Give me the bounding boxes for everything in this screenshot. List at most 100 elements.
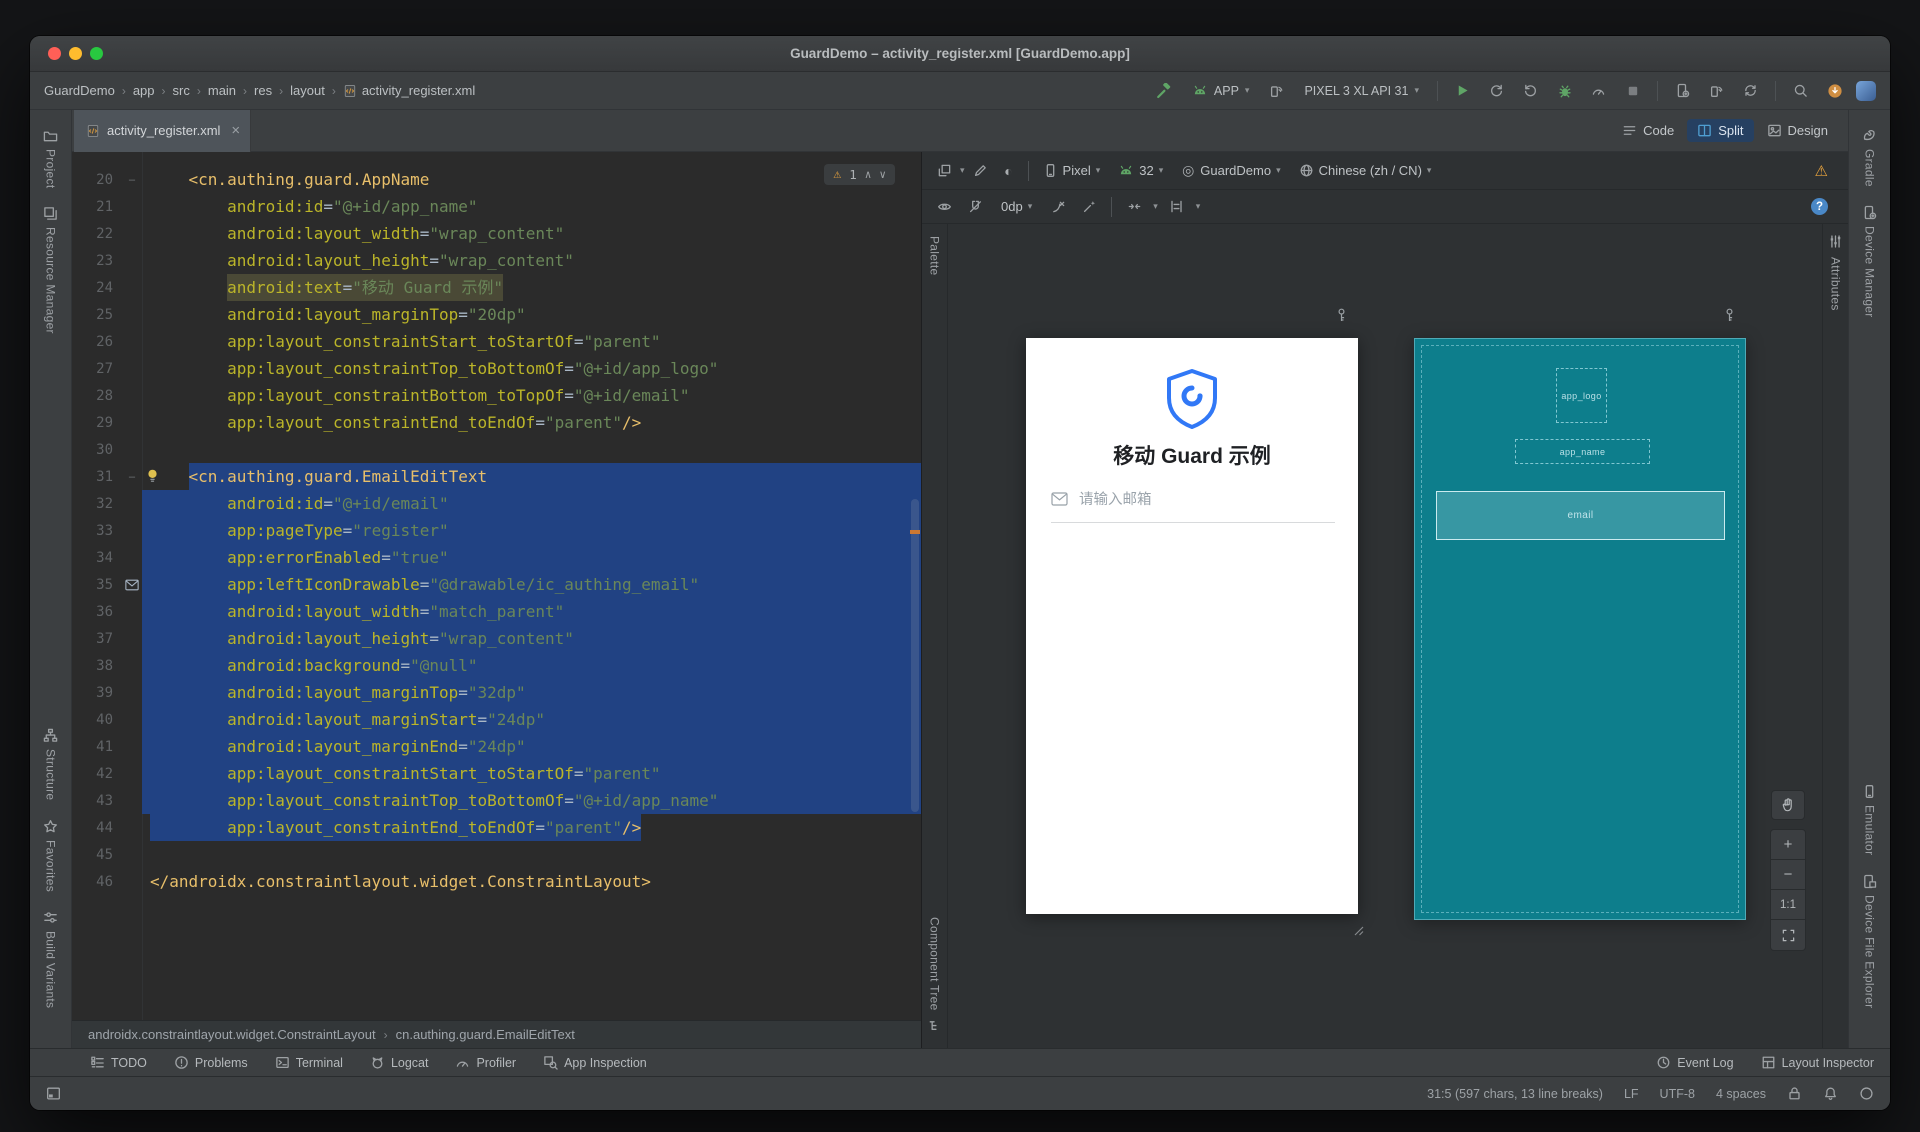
code-line-text[interactable]: android:text="移动 Guard 示例" xyxy=(142,274,921,301)
design-surface-icon[interactable] xyxy=(932,159,956,183)
editor-breadcrumb-item[interactable]: androidx.constraintlayout.widget.Constra… xyxy=(88,1027,376,1042)
search-icon[interactable] xyxy=(1788,79,1813,103)
component-tree-tab[interactable]: Component Tree xyxy=(928,917,942,1011)
lock-icon[interactable] xyxy=(1787,1086,1802,1101)
tool-window-button-device-file-explorer[interactable]: Device File Explorer xyxy=(1862,874,1877,1008)
help-icon[interactable]: ? xyxy=(1811,198,1828,215)
code-line-text[interactable]: app:layout_constraintTop_toBottomOf="@+i… xyxy=(142,355,921,382)
apply-code-changes-icon[interactable] xyxy=(1518,79,1543,103)
toolwindows-toggle-icon[interactable] xyxy=(46,1086,61,1101)
breadcrumb-item-layout[interactable]: layout xyxy=(290,83,325,98)
code-line-text[interactable]: android:layout_marginStart="24dp" xyxy=(142,706,921,733)
tab-close-icon[interactable]: × xyxy=(231,122,240,139)
prev-warning-icon[interactable]: ∧ xyxy=(865,168,872,181)
blueprint-email[interactable]: email xyxy=(1436,491,1725,540)
pair-devices-icon[interactable] xyxy=(1704,79,1729,103)
tool-window-button-emulator[interactable]: Emulator xyxy=(1862,784,1877,855)
locale-select[interactable]: Chinese (zh / CN) ▾ xyxy=(1292,160,1439,181)
palette-tab[interactable]: Palette xyxy=(928,236,942,275)
clear-constraints-icon[interactable] xyxy=(1046,195,1070,219)
api-version-select[interactable]: 32 ▾ xyxy=(1111,160,1170,182)
breadcrumb-item-main[interactable]: main xyxy=(208,83,236,98)
editor-breadcrumb-item[interactable]: cn.authing.guard.EmailEditText xyxy=(396,1027,575,1042)
minimize-window-button[interactable] xyxy=(69,47,82,60)
tool-button-event-log[interactable]: Event Log xyxy=(1656,1055,1733,1070)
autoconnect-magnet-icon[interactable] xyxy=(963,195,987,219)
indent-setting[interactable]: 4 spaces xyxy=(1716,1087,1766,1101)
tool-window-button-device-manager[interactable]: Device Manager xyxy=(1862,205,1877,318)
code-line-text[interactable]: <cn.authing.guard.EmailEditText xyxy=(142,463,921,490)
breadcrumb-item-src[interactable]: src xyxy=(173,83,190,98)
code-line-text[interactable]: app:errorEnabled="true" xyxy=(142,544,921,571)
code-editor[interactable]: 20− <cn.authing.guard.AppName21 android:… xyxy=(72,152,921,1020)
tool-window-button-favorites[interactable]: Favorites xyxy=(43,819,58,892)
avatar[interactable] xyxy=(1856,81,1876,101)
mode-split-button[interactable]: Split xyxy=(1687,119,1753,142)
tool-button-todo[interactable]: TODO xyxy=(90,1055,147,1070)
debug-icon[interactable] xyxy=(1552,79,1577,103)
breadcrumb-item-res[interactable]: res xyxy=(254,83,272,98)
blueprint-screen[interactable]: app_logo app_name email xyxy=(1414,338,1746,920)
tool-window-button-resource-manager[interactable]: Resource Manager xyxy=(43,206,58,334)
code-line-text[interactable]: app:layout_constraintEnd_toEndOf="parent… xyxy=(142,409,921,436)
apply-changes-icon[interactable] xyxy=(1484,79,1509,103)
code-line-text[interactable]: android:id="@+id/email" xyxy=(142,490,921,517)
code-line-text[interactable]: android:layout_height="wrap_content" xyxy=(142,247,921,274)
code-line-text[interactable]: android:layout_width="match_parent" xyxy=(142,598,921,625)
code-line-text[interactable]: app:layout_constraintEnd_toEndOf="parent… xyxy=(142,814,921,841)
tool-button-logcat[interactable]: Logcat xyxy=(370,1055,429,1070)
zoom-in-button[interactable]: + xyxy=(1771,830,1805,860)
line-separator[interactable]: LF xyxy=(1624,1087,1639,1101)
inspections-widget[interactable]: ⚠ 1 ∧ ∨ xyxy=(824,164,895,185)
build-hammer-icon[interactable] xyxy=(1152,79,1177,103)
align-icon[interactable] xyxy=(1165,195,1189,219)
tool-button-app-inspection[interactable]: App Inspection xyxy=(543,1055,647,1070)
next-warning-icon[interactable]: ∨ xyxy=(879,168,886,181)
code-line-text[interactable]: android:layout_width="wrap_content" xyxy=(142,220,921,247)
run-button[interactable] xyxy=(1450,79,1475,103)
tool-button-terminal[interactable]: Terminal xyxy=(275,1055,343,1070)
infer-constraints-icon[interactable] xyxy=(1077,195,1101,219)
zoom-window-button[interactable] xyxy=(90,47,103,60)
ide-status-icon[interactable] xyxy=(1859,1086,1874,1101)
blueprint-mode-icon[interactable] xyxy=(969,159,993,183)
tool-button-layout-inspector[interactable]: Layout Inspector xyxy=(1761,1055,1874,1070)
tool-window-button-build-variants[interactable]: Build Variants xyxy=(43,910,58,1008)
profile-app-icon[interactable] xyxy=(1586,79,1611,103)
zoom-to-fit-button[interactable] xyxy=(1771,920,1805,950)
view-options-eye-icon[interactable] xyxy=(932,195,956,219)
breadcrumb-item-guarddemo[interactable]: GuardDemo xyxy=(44,83,115,98)
code-line-text[interactable]: <cn.authing.guard.AppName xyxy=(142,166,921,193)
default-margin-select[interactable]: 0dp ▾ xyxy=(994,196,1039,217)
mode-design-button[interactable]: Design xyxy=(1757,119,1838,142)
design-canvas[interactable]: 移动 Guard 示例 请输入邮箱 app_logo app_nam xyxy=(948,224,1822,1048)
code-line-text[interactable]: app:layout_constraintStart_toStartOf="pa… xyxy=(142,760,921,787)
code-line-text[interactable] xyxy=(142,436,921,463)
mode-code-button[interactable]: Code xyxy=(1612,119,1684,142)
tool-window-button-structure[interactable]: Structure xyxy=(43,728,58,800)
email-input[interactable]: 请输入邮箱 xyxy=(1051,488,1335,523)
device-select[interactable]: PIXEL 3 XL API 31 ▾ xyxy=(1298,81,1425,101)
editor-scrollbar[interactable] xyxy=(911,499,919,811)
file-encoding[interactable]: UTF-8 xyxy=(1660,1087,1695,1101)
breadcrumb-item-activity-register-xml[interactable]: activity_register.xml xyxy=(343,83,475,98)
zoom-out-button[interactable]: − xyxy=(1771,860,1805,890)
tool-window-button-project[interactable]: Project xyxy=(43,128,58,188)
device-manager-icon[interactable] xyxy=(1670,79,1695,103)
zoom-reset-button[interactable]: 1:1 xyxy=(1771,890,1805,920)
run-config-select[interactable]: APP ▾ xyxy=(1186,80,1256,102)
code-line-text[interactable]: android:layout_marginEnd="24dp" xyxy=(142,733,921,760)
code-line-text[interactable]: app:layout_constraintBottom_toTopOf="@+i… xyxy=(142,382,921,409)
close-window-button[interactable] xyxy=(48,47,61,60)
pack-icon[interactable] xyxy=(1122,195,1146,219)
code-line-text[interactable]: </androidx.constraintlayout.widget.Const… xyxy=(142,868,921,895)
blueprint-app-logo[interactable]: app_logo xyxy=(1556,368,1607,423)
design-preview-screen[interactable]: 移动 Guard 示例 请输入邮箱 xyxy=(1026,338,1358,914)
code-line-text[interactable]: android:background="@null" xyxy=(142,652,921,679)
code-line-text[interactable]: app:pageType="register" xyxy=(142,517,921,544)
editor-tab[interactable]: activity_register.xml × xyxy=(74,110,251,152)
attributes-tab[interactable]: Attributes xyxy=(1829,257,1843,311)
code-line-text[interactable]: android:id="@+id/app_name" xyxy=(142,193,921,220)
code-line-text[interactable]: app:layout_constraintTop_toBottomOf="@+i… xyxy=(142,787,921,814)
pan-hand-button[interactable] xyxy=(1771,790,1805,820)
